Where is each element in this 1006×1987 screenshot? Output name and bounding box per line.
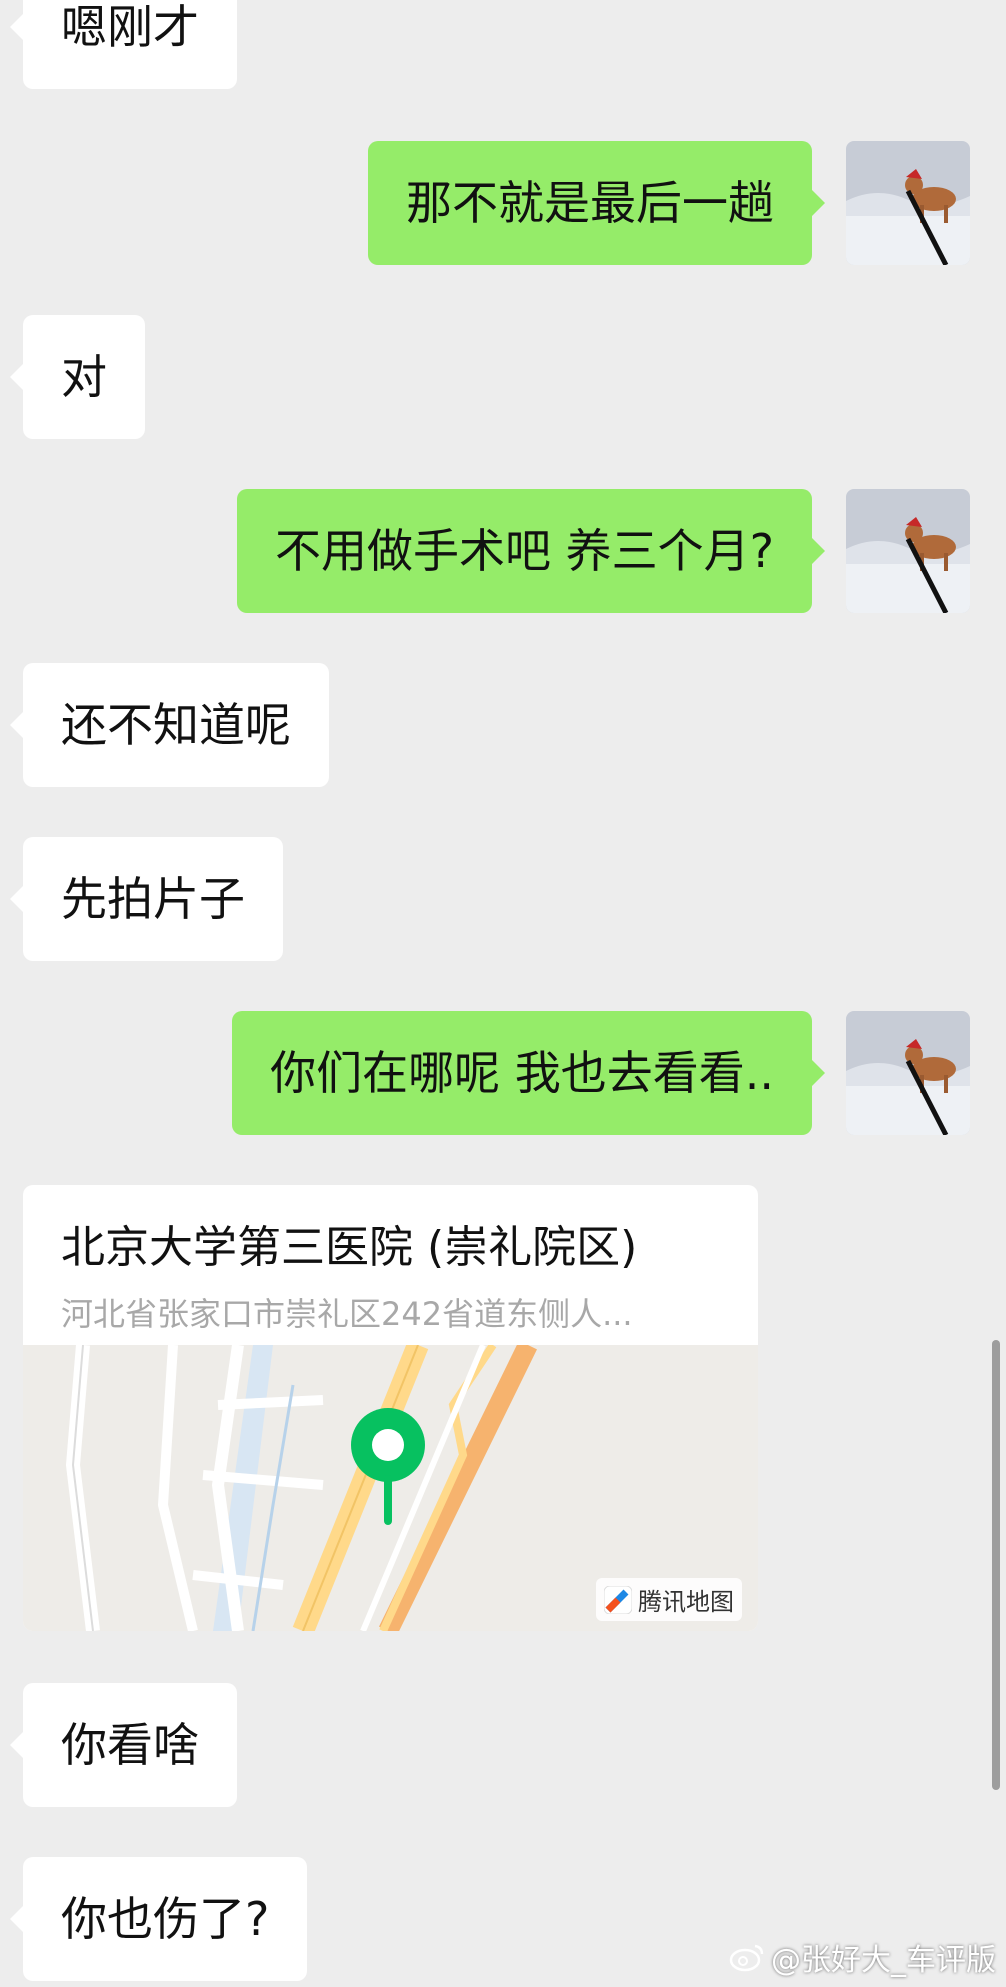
message-text: 嗯刚才: [61, 0, 199, 54]
outgoing-message-bubble[interactable]: 不用做手术吧 养三个月?: [236, 489, 826, 613]
tencent-map-icon: [604, 1585, 632, 1614]
user-avatar[interactable]: [846, 141, 970, 265]
message-text: 还不知道呢: [61, 698, 291, 752]
dog-avatar-icon: [846, 141, 970, 265]
user-avatar[interactable]: [846, 1011, 970, 1135]
message-text: 对: [61, 350, 107, 404]
incoming-message-bubble[interactable]: 你看啥: [10, 1683, 237, 1807]
message-text: 你也伤了?: [61, 1892, 270, 1946]
incoming-message-bubble[interactable]: 还不知道呢: [10, 663, 329, 787]
watermark: @张好大_车评版: [729, 1935, 996, 1979]
location-map-preview[interactable]: 腾讯地图: [23, 1340, 758, 1631]
incoming-message-bubble[interactable]: 嗯刚才: [10, 0, 237, 89]
incoming-message-bubble[interactable]: 你也伤了?: [9, 1857, 308, 1981]
weibo-icon: [729, 1944, 764, 1972]
incoming-message-bubble[interactable]: 先拍片子: [10, 837, 283, 961]
message-text: 那不就是最后一趟: [406, 176, 774, 230]
watermark-text: @张好大_车评版: [771, 1943, 996, 1978]
message-text: 不用做手术吧 养三个月?: [274, 524, 774, 578]
outgoing-message-bubble[interactable]: 你们在哪呢 我也去看看..: [232, 1011, 825, 1135]
location-address: 河北省张家口市崇礼区242省道东侧人...: [61, 1295, 633, 1333]
message-text: 你看啥: [61, 1718, 199, 1772]
user-avatar[interactable]: [846, 489, 970, 613]
scrollbar[interactable]: [992, 1340, 1000, 1790]
location-title: 北京大学第三医院 (崇礼院区): [61, 1222, 638, 1273]
map-brand-text: 腾讯地图: [638, 1588, 734, 1616]
message-text: 你们在哪呢 我也去看看..: [270, 1046, 774, 1100]
location-message-card[interactable]: 北京大学第三医院 (崇礼院区) 河北省张家口市崇礼区242省道东侧人... 腾讯…: [23, 1185, 758, 1631]
incoming-message-bubble[interactable]: 对: [10, 315, 145, 439]
map-brand-label: 腾讯地图: [596, 1578, 742, 1621]
dog-avatar-icon: [846, 489, 970, 613]
dog-avatar-icon: [846, 1011, 970, 1135]
outgoing-message-bubble[interactable]: 那不就是最后一趟: [368, 141, 825, 265]
message-text: 先拍片子: [61, 872, 245, 926]
